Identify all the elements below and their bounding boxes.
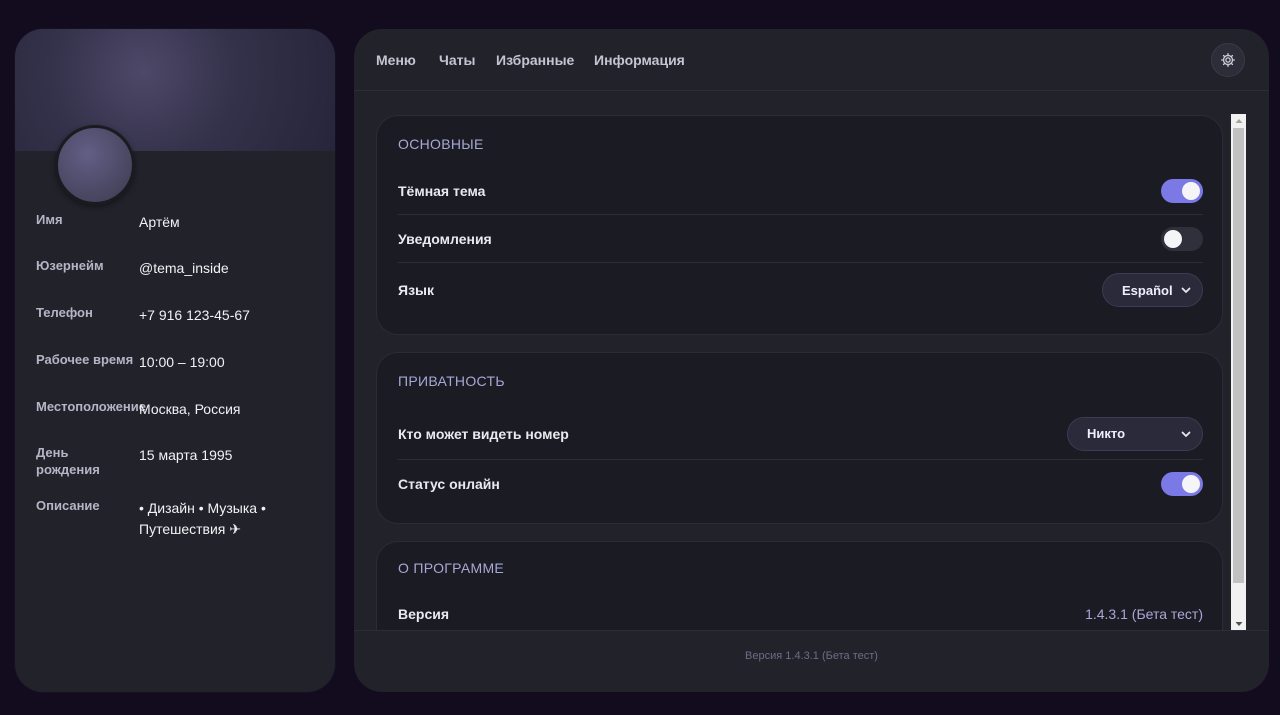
nav-item-favorites[interactable]: Избранные bbox=[496, 52, 574, 68]
chevron-down-icon bbox=[1181, 287, 1191, 293]
nav-item-info[interactable]: Информация bbox=[594, 52, 685, 68]
footer-version: Версия 1.4.3.1 (Бета тест) bbox=[354, 630, 1269, 692]
section-title: О ПРОГРАММЕ bbox=[398, 560, 505, 576]
field-value: Москва, Россия bbox=[139, 401, 241, 417]
row-online-status: Статус онлайн bbox=[398, 460, 1203, 508]
field-label: Описание bbox=[36, 498, 100, 513]
row-label: Статус онлайн bbox=[398, 476, 500, 492]
online-status-toggle[interactable] bbox=[1161, 472, 1203, 496]
row-label: Версия bbox=[398, 606, 450, 622]
scrollbar[interactable] bbox=[1231, 114, 1246, 630]
section-main: ОСНОВНЫЕ Тёмная тема Уведомления Язык Es… bbox=[376, 115, 1223, 335]
dark-theme-toggle[interactable] bbox=[1161, 178, 1203, 203]
select-value: Никто bbox=[1087, 426, 1126, 441]
scroll-up-arrow[interactable] bbox=[1231, 114, 1246, 127]
language-select[interactable]: Español bbox=[1102, 273, 1203, 307]
row-language: Язык Español bbox=[398, 267, 1203, 313]
row-dark-theme: Тёмная тема bbox=[398, 167, 1203, 215]
field-value: +7 916 123-45-67 bbox=[139, 307, 250, 323]
settings-content[interactable]: ОСНОВНЫЕ Тёмная тема Уведомления Язык Es… bbox=[354, 92, 1269, 630]
profile-banner bbox=[15, 29, 335, 151]
row-label: Кто может видеть номер bbox=[398, 425, 569, 442]
row-label: Тёмная тема bbox=[398, 182, 486, 199]
nav-item-menu[interactable]: Меню bbox=[376, 52, 416, 68]
profile-card: Имя Артём Юзернейм @tema_inside Телефон … bbox=[15, 29, 335, 692]
field-label: Телефон bbox=[36, 305, 93, 320]
section-title: ОСНОВНЫЕ bbox=[398, 136, 484, 152]
arrow-up-icon bbox=[1235, 118, 1242, 123]
select-value: Español bbox=[1122, 282, 1173, 298]
row-label: Язык bbox=[398, 282, 434, 298]
chevron-down-icon bbox=[1181, 431, 1191, 437]
toggle-knob bbox=[1182, 475, 1200, 493]
version-value: 1.4.3.1 (Бета тест) bbox=[1085, 606, 1203, 622]
section-title: ПРИВАТНОСТЬ bbox=[398, 373, 505, 389]
avatar[interactable] bbox=[55, 125, 135, 205]
row-notifications: Уведомления bbox=[398, 215, 1203, 263]
settings-panel: Меню Чаты Избранные Информация ОСНОВНЫЕ … bbox=[354, 29, 1269, 692]
nav-bar: Меню Чаты Избранные Информация bbox=[354, 29, 1269, 91]
field-value: 10:00 – 19:00 bbox=[139, 354, 225, 370]
field-value: Артём bbox=[139, 214, 180, 230]
field-value: • Дизайн • Музыка • Путешествия ✈ bbox=[139, 500, 266, 537]
nav-item-chats[interactable]: Чаты bbox=[439, 52, 475, 68]
row-phone-visibility: Кто может видеть номер Никто bbox=[398, 408, 1203, 460]
toggle-knob bbox=[1164, 229, 1182, 248]
arrow-down-icon bbox=[1235, 621, 1242, 626]
gear-icon bbox=[1221, 53, 1235, 67]
field-value: @tema_inside bbox=[139, 260, 229, 276]
settings-button[interactable] bbox=[1211, 43, 1245, 77]
scrollbar-thumb[interactable] bbox=[1233, 128, 1244, 583]
section-privacy: ПРИВАТНОСТЬ Кто может видеть номер Никто… bbox=[376, 352, 1223, 524]
notifications-toggle[interactable] bbox=[1161, 226, 1203, 251]
scroll-down-arrow[interactable] bbox=[1231, 617, 1246, 630]
field-label: Рабочее время bbox=[36, 352, 134, 367]
field-value: 15 марта 1995 bbox=[139, 447, 233, 463]
field-label: Юзернейм bbox=[36, 258, 104, 273]
row-label: Уведомления bbox=[398, 230, 492, 247]
row-version: Версия 1.4.3.1 (Бета тест) bbox=[398, 590, 1203, 630]
section-about: О ПРОГРАММЕ Версия 1.4.3.1 (Бета тест) bbox=[376, 541, 1223, 630]
field-label: Местоположение bbox=[36, 399, 146, 414]
toggle-knob bbox=[1182, 181, 1200, 200]
field-label: Имя bbox=[36, 212, 63, 227]
phone-visibility-select[interactable]: Никто bbox=[1067, 416, 1203, 451]
field-label: День рождения bbox=[36, 445, 100, 477]
